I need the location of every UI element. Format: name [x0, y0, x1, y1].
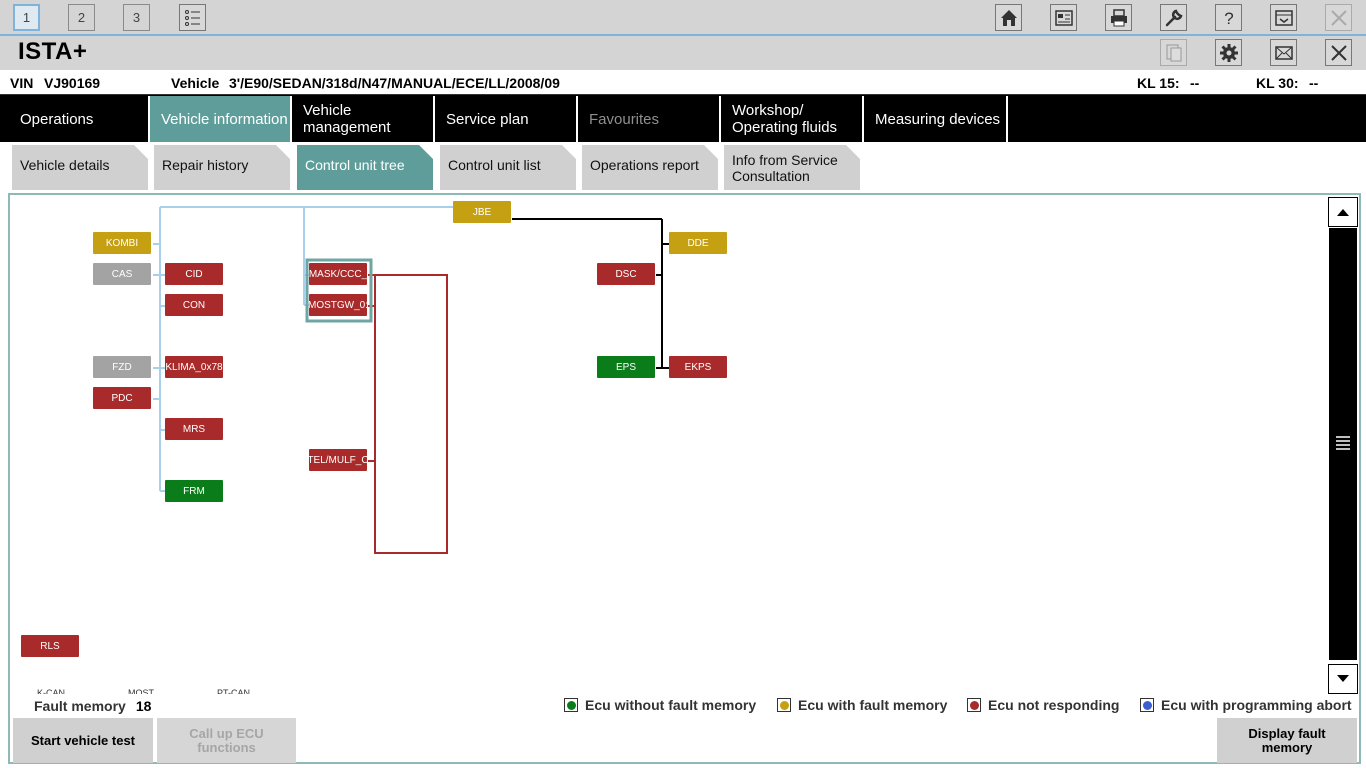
ecu-mrs[interactable]: MRS — [165, 418, 223, 440]
gear-icon[interactable] — [1215, 39, 1242, 66]
title-bar: ISTA+ — [0, 36, 1366, 70]
tab-control-unit-list[interactable]: Control unit list — [440, 145, 576, 190]
wrench-icon[interactable] — [1160, 4, 1187, 31]
vehicle-id-icon[interactable] — [1050, 4, 1077, 31]
document-icon[interactable] — [1160, 39, 1187, 66]
svg-text:?: ? — [1224, 9, 1233, 28]
red-status-icon — [967, 698, 981, 712]
green-status-icon — [564, 698, 578, 712]
nav-operations[interactable]: Operations — [0, 96, 150, 142]
ecu-mostgw[interactable]: MOSTGW_0: — [309, 294, 367, 316]
fault-memory-label: Fault memory — [34, 698, 126, 714]
tab-vehicle-details[interactable]: Vehicle details — [12, 145, 148, 190]
mail-icon[interactable] — [1270, 39, 1297, 66]
blue-status-icon — [1140, 698, 1154, 712]
kl15-label: KL 15: — [1137, 75, 1180, 91]
print-icon[interactable] — [1105, 4, 1132, 31]
workspace-3-button[interactable]: 3 — [123, 4, 150, 31]
vin-value: VJ90169 — [44, 75, 101, 91]
scrollbar-track[interactable] — [1329, 228, 1357, 660]
legend-ecu-not-responding: Ecu not responding — [967, 697, 1119, 713]
kl30-label: KL 30: — [1256, 75, 1299, 91]
main-navigation: Operations Vehicle information Vehicle m… — [0, 94, 1366, 142]
nav-favourites[interactable]: Favourites — [578, 96, 721, 142]
display-fault-memory-button[interactable]: Display fault memory — [1217, 718, 1357, 763]
ecu-eps[interactable]: EPS — [597, 356, 655, 378]
ecu-dde[interactable]: DDE — [669, 232, 727, 254]
ecu-tel-mulf[interactable]: TEL/MULF_C — [309, 449, 367, 471]
ptcan-bus-lines — [512, 218, 671, 369]
app-title: ISTA+ — [18, 38, 88, 65]
ecu-rls[interactable]: RLS — [21, 635, 79, 657]
ecu-dsc[interactable]: DSC — [597, 263, 655, 285]
vertical-scrollbar[interactable] — [1328, 197, 1358, 694]
scroll-up-button[interactable] — [1328, 197, 1358, 227]
call-up-ecu-functions-button[interactable]: Call up ECU functions — [157, 718, 296, 763]
arrow-down-icon — [1337, 675, 1349, 682]
close-app-icon[interactable] — [1325, 4, 1352, 31]
list-icon[interactable] — [179, 4, 206, 31]
arrow-up-icon — [1337, 209, 1349, 216]
kl15-value: -- — [1190, 75, 1200, 91]
yellow-status-icon — [777, 698, 791, 712]
legend-ecu-not-responding-label: Ecu not responding — [988, 697, 1120, 713]
vin-label: VIN — [10, 75, 34, 91]
ecu-cas[interactable]: CAS — [93, 263, 151, 285]
ecu-pdc[interactable]: PDC — [93, 387, 151, 409]
help-icon[interactable]: ? — [1215, 4, 1242, 31]
most-ring — [368, 274, 448, 554]
kcan-bus-lines — [153, 206, 460, 492]
nav-measuring-devices[interactable]: Measuring devices — [864, 96, 1008, 142]
ecu-mask-ccc[interactable]: MASK/CCC_ — [309, 263, 367, 285]
nav-vehicle-information[interactable]: Vehicle information — [150, 96, 292, 142]
tab-operations-report[interactable]: Operations report — [582, 145, 718, 190]
vehicle-info-bar: VIN VJ90169 Vehicle 3'/E90/SEDAN/318d/N4… — [0, 70, 1366, 94]
ecu-kombi[interactable]: KOMBI — [93, 232, 151, 254]
ecu-con[interactable]: CON — [165, 294, 223, 316]
start-vehicle-test-button[interactable]: Start vehicle test — [13, 718, 153, 763]
ecu-klima[interactable]: KLIMA_0x78 — [165, 356, 223, 378]
top-toolbar: 1 2 3 ? — [0, 0, 1366, 36]
minimize-icon[interactable] — [1270, 4, 1297, 31]
nav-service-plan[interactable]: Service plan — [435, 96, 578, 142]
vehicle-value: 3'/E90/SEDAN/318d/N47/MANUAL/ECE/LL/2008… — [229, 75, 560, 91]
fault-memory-summary: Fault memory 18 — [34, 698, 151, 714]
legend-ecu-programming-abort: Ecu with programming abort — [1140, 697, 1352, 713]
ecu-jbe[interactable]: JBE — [453, 201, 511, 223]
legend-ecu-fault-label: Ecu with fault memory — [798, 697, 948, 713]
ecu-fzd[interactable]: FZD — [93, 356, 151, 378]
scroll-down-button[interactable] — [1328, 664, 1358, 694]
close-icon[interactable] — [1325, 39, 1352, 66]
ecu-cid[interactable]: CID — [165, 263, 223, 285]
tab-repair-history[interactable]: Repair history — [154, 145, 290, 190]
legend-ecu-fault: Ecu with fault memory — [777, 697, 947, 713]
scroll-grip-icon — [1336, 436, 1350, 450]
legend-ecu-ok: Ecu without fault memory — [564, 697, 756, 713]
kl30-value: -- — [1309, 75, 1319, 91]
ecu-ekps[interactable]: EKPS — [669, 356, 727, 378]
legend-ecu-programming-abort-label: Ecu with programming abort — [1161, 697, 1352, 713]
tab-info-service-consultation[interactable]: Info from Service Consultation — [724, 145, 860, 190]
ecu-frm[interactable]: FRM — [165, 480, 223, 502]
legend-ecu-ok-label: Ecu without fault memory — [585, 697, 757, 713]
tab-control-unit-tree[interactable]: Control unit tree — [297, 145, 433, 190]
vehicle-label: Vehicle — [171, 75, 220, 91]
workspace-1-button[interactable]: 1 — [13, 4, 40, 31]
control-unit-tree-panel: JBE KOMBI CAS CID CON MASK/CCC_ MOSTGW_0… — [8, 193, 1361, 764]
fault-memory-count: 18 — [135, 698, 152, 714]
nav-vehicle-management[interactable]: Vehicle management — [292, 96, 435, 142]
home-icon[interactable] — [995, 4, 1022, 31]
workspace-2-button[interactable]: 2 — [68, 4, 95, 31]
nav-workshop-operating-fluids[interactable]: Workshop/ Operating fluids — [721, 96, 864, 142]
